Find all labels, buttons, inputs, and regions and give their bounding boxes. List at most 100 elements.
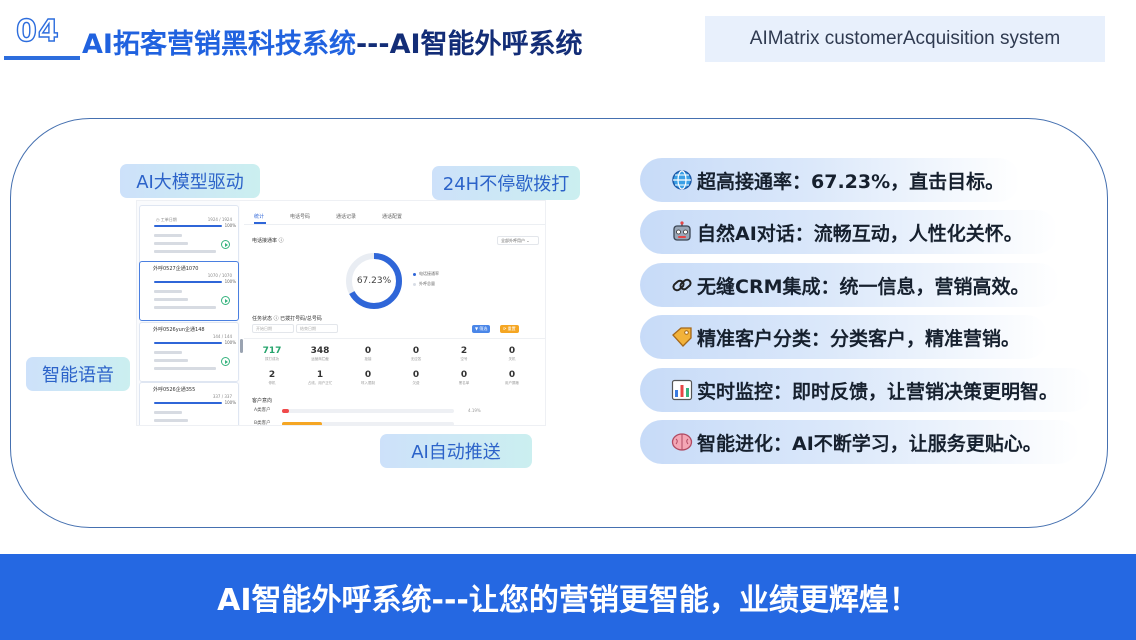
stat-item: 0 黑名单 [444,370,484,386]
filter-select[interactable]: 全部外呼用户 ⌄ [497,236,539,245]
start-date-input[interactable]: 开始日期 [252,324,294,333]
callout-auto-push: AI自动推送 [380,434,532,468]
footer-slogan: AI智能外呼系统---让您的营销更智能，业绩更辉煌！ [217,583,919,618]
stat-label: 空号 [460,357,468,361]
stat-label: 运营商拦截 [311,357,329,361]
feature-item: 自然AI对话：流畅互动，人性化关怀。 [640,210,1058,254]
stat-item: 0 拒接 [348,346,388,362]
task-title: 外呼0527企通1070 [153,266,199,272]
tab-records[interactable]: 通话记录 [336,213,356,220]
feature-item: 实时监控：即时反馈，让营销决策更明智。 [640,368,1092,412]
stat-item: 0 用户屏蔽 [492,370,532,386]
feature-text: 无缝CRM集成：统一信息，营销高效。 [697,275,1030,298]
header-subtitle-box: AIMatrix customerAcquisition system [705,16,1105,62]
task-progress-bar [154,225,222,227]
stat-label: 呼入限制 [361,381,375,385]
stats-divider [244,338,545,339]
stat-value: 348 [310,346,330,356]
stat-value: 0 [508,346,516,356]
task-card[interactable]: ◷ 工单日期 1924 / 1924 100% [139,205,239,265]
section-title: 电话接通率 ⓘ [252,238,284,244]
tag-icon [670,325,694,349]
stat-label: 黑名单 [458,381,470,385]
task-line [154,290,182,293]
stat-item: 1 占线、用户正忙 [300,370,340,386]
stat-value: 2 [268,370,276,380]
header-subtitle: AIMatrix customerAcquisition system [749,28,1061,49]
stat-value: 0 [412,346,420,356]
stat-item: 2 空号 [444,346,484,362]
task-card-active[interactable]: 外呼0527企通1070 1070 / 1070 100% [139,261,239,321]
section-number: 04 [15,13,60,49]
intent-label: A类客户 [254,408,271,413]
tab-stats[interactable]: 统计 [254,213,264,220]
task-count: 337 / 337 [212,394,232,399]
task-card[interactable]: 外呼0526企通355 337 / 337 100% [139,382,239,425]
footer-banner: AI智能外呼系统---让您的营销更智能，业绩更辉煌！ [0,554,1136,640]
task-line [154,411,182,414]
play-icon[interactable] [221,357,230,366]
robot-icon [670,220,694,244]
stat-item: 0 关机 [492,346,532,362]
legend-item: 外呼总量 [413,281,435,287]
stat-item: 0 呼入限制 [348,370,388,386]
stat-label: 停机 [268,381,276,385]
task-percent: 100% [224,340,236,345]
stat-value: 0 [364,346,372,356]
tab-config[interactable]: 通话配置 [382,213,402,220]
feature-text: 实时监控：即时反馈，让营销决策更明智。 [697,380,1059,403]
stat-value: 1 [316,370,324,380]
end-date-input[interactable]: 结束日期 [296,324,338,333]
stat-item: 717 拨打成功 [252,346,292,362]
globe-icon [670,168,694,192]
stat-label: 占线、用户正忙 [307,381,333,385]
stat-value: 2 [460,346,468,356]
tab-divider [244,224,545,225]
intent-fill [282,409,290,413]
stat-item: 0 欠费 [396,370,436,386]
task-progress-bar [154,342,222,344]
task-line [154,367,216,370]
task-line [154,351,182,354]
task-sub: ◷ 工单日期 [156,217,177,222]
stat-label: 拒接 [364,357,372,361]
legend-dot [413,272,416,276]
task-line [154,419,188,422]
section-title: 任务状态 ⓘ 已拨打号码/总号码 [252,316,322,322]
task-progress-bar [154,402,222,404]
stat-value: 0 [364,370,372,380]
connect-rate-value: 67.23% [356,276,392,286]
task-line [154,234,182,237]
tab-bar: 统计 电话号码 通话记录 通话配置 [254,213,402,220]
feature-item: 精准客户分类：分类客户，精准营销。 [640,315,1048,359]
task-count: 1924 / 1924 [207,217,232,222]
scrollbar[interactable] [240,339,243,353]
tab-numbers[interactable]: 电话号码 [290,213,310,220]
stat-item: 348 运营商拦截 [300,346,340,362]
task-title: 外呼0526企通355 [153,387,196,393]
play-icon[interactable] [221,296,230,305]
task-percent: 100% [224,400,236,405]
stat-value: 0 [508,370,516,380]
filter-button[interactable]: ▼ 筛选 [472,325,491,333]
stat-item: 0 无应答 [396,346,436,362]
page-title-main: AI拓客营销黑科技系统 [82,29,356,60]
task-title: 外呼0526yun企通148 [153,327,205,333]
callout-smart-voice: 智能语音 [26,357,130,391]
stat-label: 无应答 [410,357,422,361]
task-count: 144 / 144 [212,334,232,339]
task-percent: 100% [224,223,236,228]
callout-ai-model: AI大模型驱动 [120,164,260,198]
intent-track [282,409,454,413]
feature-text: 智能进化：AI不断学习，让服务更贴心。 [697,432,1042,455]
task-percent: 100% [224,279,236,284]
task-line [154,250,216,253]
stat-label: 欠费 [412,381,420,385]
stat-value: 0 [460,370,468,380]
bar-chart-icon [670,378,694,402]
intent-percent: 4.19% [468,408,481,413]
play-icon[interactable] [221,240,230,249]
feature-text: 自然AI对话：流畅互动，人性化关怀。 [697,222,1023,245]
reset-button[interactable]: ⟳ 重置 [500,325,519,333]
task-card[interactable]: 外呼0526yun企通148 144 / 144 100% [139,322,239,382]
